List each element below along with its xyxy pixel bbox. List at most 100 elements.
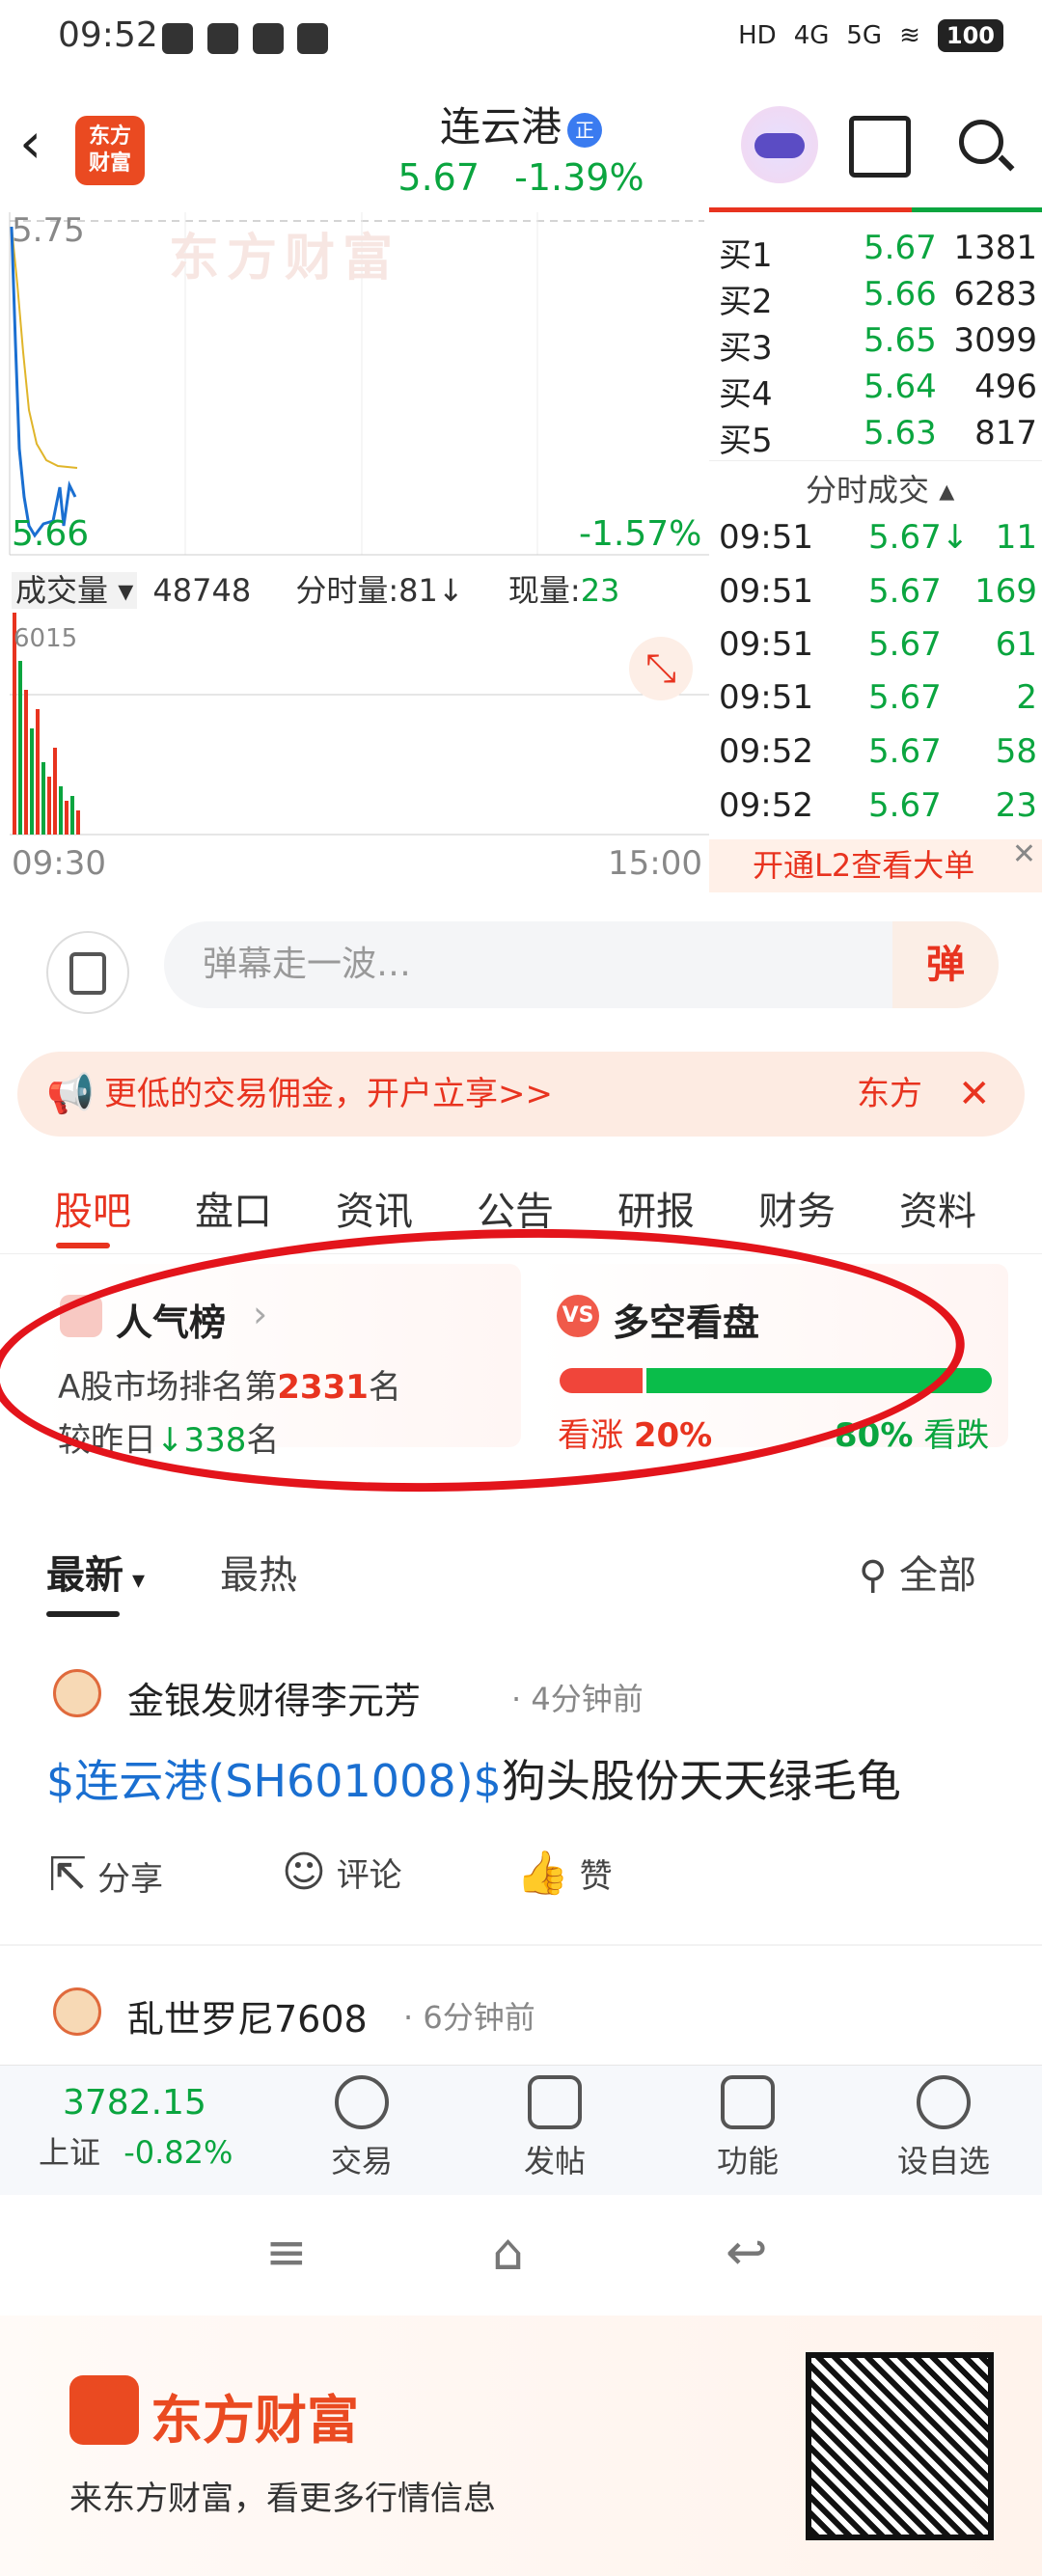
nav-functions[interactable]: 功能: [680, 2075, 815, 2181]
filter-all[interactable]: ⚲ 全部: [859, 1544, 976, 1600]
nav-watchlist[interactable]: 设自选: [876, 2075, 1011, 2181]
bid-row-5: 买5 5.63 817: [719, 414, 1037, 460]
like-button[interactable]: 👍 赞: [516, 1848, 613, 1898]
wifi-icon: ≋: [899, 21, 920, 50]
footer-slogan: 来东方财富，看更多行情信息: [69, 2480, 496, 2518]
caret-up-icon: ▴: [939, 472, 955, 508]
y-axis-top-label: 5.75: [12, 211, 85, 250]
post-author[interactable]: 乱世罗尼7608: [127, 1989, 368, 2042]
qr-code: [806, 2352, 994, 2540]
filter-icon: ⚲: [859, 1553, 888, 1598]
more-icon: [917, 2075, 971, 2129]
tab-research[interactable]: 研报: [617, 1180, 695, 1236]
promo-banner[interactable]: 📢 更低的交易佣金，开户立享>> 东方 ✕: [17, 1052, 1025, 1137]
tick-row: 09:51 5.67 169: [719, 572, 1037, 611]
tab-pankou[interactable]: 盘口: [195, 1180, 272, 1236]
danmu-settings-icon[interactable]: [46, 931, 129, 1014]
yen-icon: [335, 2075, 389, 2129]
signal-icon: 4G: [793, 21, 830, 50]
comment-icon: ☺: [282, 1848, 326, 1897]
promo-text: 更低的交易佣金，开户立享>>: [104, 1075, 553, 1113]
grid-icon: [721, 2075, 775, 2129]
filter-hot[interactable]: 最热: [220, 1544, 297, 1600]
tiktok-icon: [297, 23, 328, 54]
nav-post[interactable]: 发帖: [487, 2075, 622, 2181]
system-nav: ≡ ⌂ ↩: [0, 2195, 1042, 2316]
footer-ad: 东方财富 来东方财富，看更多行情信息: [0, 2316, 1042, 2576]
bid-row-3: 买3 5.65 3099: [719, 321, 1037, 368]
bid-row-2: 买2 5.66 6283: [719, 275, 1037, 321]
filter-underline: [46, 1611, 120, 1617]
tick-row: 09:52 5.67 23: [719, 786, 1037, 825]
status-right: HD 4G 5G ≋ 100: [738, 19, 1003, 52]
thumb-up-icon: 👍: [516, 1849, 569, 1898]
l2-banner[interactable]: 开通L2查看大单 ✕: [709, 837, 1042, 892]
tick-row: 09:51 5.67 61: [719, 625, 1037, 664]
hand-drawn-circle: [0, 1213, 970, 1508]
tab-news[interactable]: 资讯: [336, 1180, 413, 1236]
search-icon[interactable]: [955, 116, 1015, 174]
megaphone-icon: 📢: [46, 1072, 95, 1116]
hd-icon: HD: [738, 21, 777, 50]
volume-selector[interactable]: 成交量 ▾: [12, 572, 138, 609]
close-icon[interactable]: ✕: [1012, 828, 1036, 881]
notification-icon: [162, 23, 193, 54]
post-item[interactable]: 乱世罗尼7608 · 6分钟前: [0, 1959, 1042, 2065]
bid-row-1: 买1 5.67 1381: [719, 229, 1037, 275]
bottom-pct-label: -1.57%: [579, 514, 702, 554]
promo-right-text: 东方: [857, 1075, 922, 1113]
tab-announcements[interactable]: 公告: [477, 1180, 554, 1236]
status-time: 09:52: [58, 15, 158, 55]
share-icon[interactable]: [849, 116, 911, 178]
intraday-chart[interactable]: 5.75 东方财富 5.66 -1.57% 成交量 ▾ 48748 分时量:81…: [0, 207, 709, 892]
avatar[interactable]: [53, 1987, 101, 2036]
now-volume: 现量:23: [507, 572, 620, 609]
tab-guba[interactable]: 股吧: [54, 1180, 131, 1236]
post-item[interactable]: 金银发财得李元芳 · 4分钟前 $连云港(SH601008)$狗头股份天天绿毛龟…: [0, 1640, 1042, 1939]
danmu-input[interactable]: 弹幕走一波…: [164, 921, 999, 1008]
header: ‹ 东方 财富 连云港正 5.67 -1.39%: [0, 77, 1042, 207]
post-time: · 6分钟前: [403, 1999, 535, 2036]
battery-icon: 100: [937, 19, 1003, 52]
volume-axis-max: 6015: [14, 624, 78, 653]
footer-brand: 东方财富: [151, 2390, 359, 2451]
tab-underline: [56, 1243, 110, 1248]
expand-icon[interactable]: ⤡: [629, 637, 693, 700]
danmu-button[interactable]: 弹: [892, 921, 999, 1008]
back-nav-icon[interactable]: ↩: [726, 2224, 768, 2282]
notification-icon: [253, 23, 284, 54]
edit-icon: [528, 2075, 582, 2129]
order-book: 买1 5.67 1381 买2 5.66 6283 买3 5.65 3099 买4 5.64 4…: [709, 207, 1042, 892]
signal-icon: 5G: [846, 21, 883, 50]
divider: [0, 1944, 1042, 1946]
close-icon[interactable]: ✕: [958, 1052, 991, 1137]
tick-row: 09:51 5.67↓ 11: [719, 518, 1037, 557]
nav-trade[interactable]: 交易: [294, 2075, 429, 2181]
post-time: · 4分钟前: [511, 1681, 644, 1717]
home-icon[interactable]: ⌂: [492, 2224, 524, 2282]
assistant-icon[interactable]: [741, 106, 818, 183]
bid-row-4: 买4 5.64 496: [719, 368, 1037, 414]
minute-volume: 分时量:81↓: [295, 572, 464, 609]
time-end: 15:00: [608, 844, 702, 883]
stock-link[interactable]: $连云港(SH601008)$: [46, 1755, 502, 1807]
post-author[interactable]: 金银发财得李元芳: [127, 1671, 421, 1724]
brand-logo-icon: [69, 2375, 139, 2445]
avatar[interactable]: [53, 1669, 101, 1717]
share-button[interactable]: ⇱ 分享: [48, 1848, 163, 1902]
y-axis-bottom-label: 5.66: [12, 514, 90, 554]
change-pct: -1.39%: [514, 156, 644, 199]
status-bar: 09:52 HD 4G 5G ≋ 100: [0, 0, 1042, 77]
filter-latest[interactable]: 最新 ▾: [46, 1544, 145, 1600]
post-content[interactable]: $连云港(SH601008)$狗头股份天天绿毛龟: [46, 1746, 901, 1810]
menu-icon[interactable]: ≡: [265, 2224, 308, 2282]
current-price: 5.67: [398, 156, 480, 199]
tab-profile[interactable]: 资料: [899, 1180, 976, 1236]
comment-button[interactable]: ☺ 评论: [282, 1848, 402, 1897]
ticks-header[interactable]: 分时成交 ▴: [806, 466, 954, 510]
volume-info-row: 成交量 ▾ 48748 分时量:81↓ 现量:23: [12, 566, 706, 611]
index-ticker[interactable]: 3782.15 上证 -0.82%: [39, 2083, 260, 2173]
volume-value: 48748: [152, 572, 252, 609]
time-start: 09:30: [12, 844, 106, 883]
tab-finance[interactable]: 财务: [758, 1180, 836, 1236]
